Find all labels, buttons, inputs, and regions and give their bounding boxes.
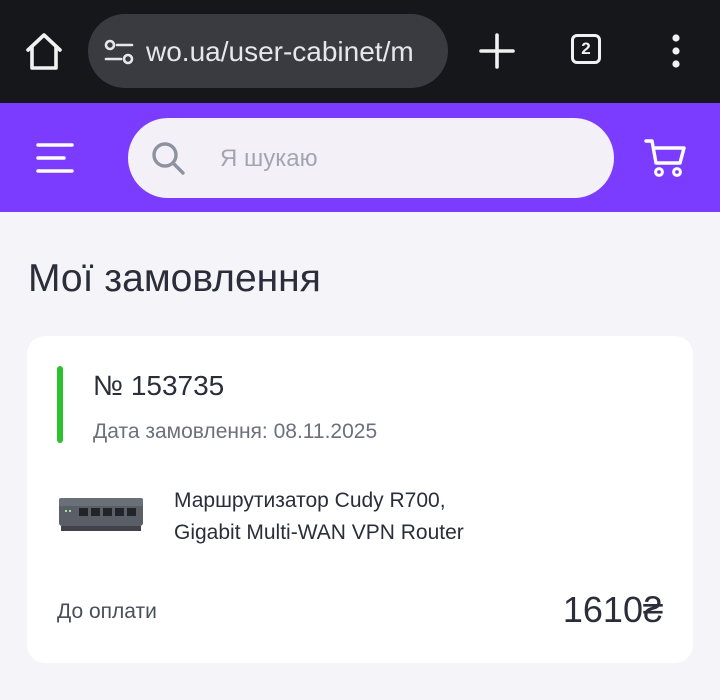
order-number: № 153735 (93, 370, 225, 401)
order-card[interactable]: № 153735 Дата замовлення: 08.11.2025 Мар… (27, 336, 693, 663)
product-name-line1: Маршрутизатор Cudy R700, (174, 489, 446, 512)
more-vert-icon[interactable] (664, 32, 688, 72)
payment-label: До оплати (57, 600, 157, 623)
cart-icon[interactable] (644, 137, 688, 179)
new-tab-button[interactable] (476, 30, 518, 72)
home-icon (26, 33, 62, 70)
site-header (0, 103, 720, 212)
plus-icon (479, 33, 515, 69)
page-title: Мої замовлення (28, 257, 321, 300)
search-input[interactable] (218, 136, 592, 182)
search-bar[interactable] (128, 118, 614, 198)
order-date: Дата замовлення: 08.11.2025 (93, 420, 378, 443)
hamburger-icon[interactable] (36, 141, 76, 175)
payment-amount: 1610₴ (562, 589, 663, 630)
tabs-icon[interactable]: 2 (571, 34, 601, 64)
product-image[interactable] (57, 488, 145, 544)
address-bar[interactable]: wo.ua/user-cabinet/m (88, 14, 448, 88)
home-button[interactable] (22, 30, 66, 74)
site-settings-icon[interactable] (104, 38, 134, 66)
browser-toolbar: wo.ua/user-cabinet/m 2 (0, 0, 720, 103)
order-status-indicator (57, 366, 63, 443)
url-text[interactable]: wo.ua/user-cabinet/m (146, 34, 440, 70)
product-name-line2: Gigabit Multi-WAN VPN Router (174, 521, 464, 544)
search-icon[interactable] (150, 140, 186, 176)
product-name[interactable]: Маршрутизатор Cudy R700, Gigabit Multi-W… (174, 485, 654, 549)
